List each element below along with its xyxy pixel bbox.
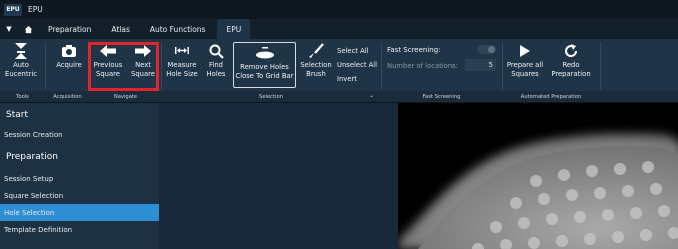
sidebar-item-session-setup[interactable]: Session Setup — [0, 170, 159, 187]
camera-icon — [61, 41, 77, 61]
tab-atlas[interactable]: Atlas — [101, 19, 140, 39]
section-header-preparation[interactable]: Preparation — [0, 143, 159, 170]
unselect-all-button[interactable]: Unselect All — [337, 58, 377, 72]
acquire-button[interactable]: Acquire — [50, 41, 88, 89]
sidebar-item-hole-selection[interactable]: Hole Selection — [0, 204, 159, 221]
remove-holes-close-to-grid-bar-button[interactable]: Remove Holes Close To Grid Bar — [233, 42, 296, 88]
highlight-box — [88, 42, 159, 91]
play-icon — [519, 41, 531, 61]
separator — [600, 42, 601, 90]
prepare-all-squares-button[interactable]: Prepare all Squares — [503, 41, 547, 89]
selection-list: Select All Unselect All Invert — [337, 44, 377, 86]
menu-bar: ▼ Preparation Atlas Auto Functions EPU — [0, 19, 678, 39]
group-label-selection: Selection — [259, 93, 283, 100]
toggle-knob — [488, 46, 495, 53]
sidebar-item-session-creation[interactable]: Session Creation — [0, 126, 159, 143]
number-of-locations-label: Number of locations: — [387, 62, 458, 70]
measure-icon — [174, 41, 190, 61]
group-label-automated-preparation: Automated Preparation — [520, 93, 582, 100]
separator — [161, 42, 162, 90]
window-title: EPU — [28, 5, 43, 14]
separator — [45, 42, 46, 90]
tab-preparation[interactable]: Preparation — [38, 19, 101, 39]
number-of-locations-input[interactable]: 5 — [465, 59, 496, 71]
group-label-fast-screening: Fast Screening — [422, 93, 461, 100]
sidebar-item-square-selection[interactable]: Square Selection — [0, 187, 159, 204]
fast-screening-toggle[interactable] — [477, 45, 496, 54]
menu-dropdown-icon[interactable]: ▼ — [0, 19, 18, 39]
measure-hole-size-button[interactable]: Measure Hole Size — [164, 41, 200, 89]
select-all-button[interactable]: Select All — [337, 44, 377, 58]
group-label-tools: Tools — [16, 93, 29, 100]
tab-auto-functions[interactable]: Auto Functions — [140, 19, 216, 39]
group-label-acquisition: Acquisition — [53, 93, 82, 100]
home-icon[interactable] — [18, 19, 38, 39]
grid-square-image — [398, 103, 678, 249]
image-viewer[interactable] — [398, 103, 678, 249]
brush-icon — [308, 41, 324, 61]
eucentric-icon — [13, 41, 29, 61]
workflow-sidebar: Start Session Creation Preparation Sessi… — [0, 103, 159, 249]
tab-epu[interactable]: EPU — [217, 19, 251, 39]
chevron-down-icon[interactable]: ⌄ — [369, 92, 374, 99]
sidebar-item-template-definition[interactable]: Template Definition — [0, 221, 159, 238]
section-header-start[interactable]: Start — [0, 103, 159, 126]
redo-icon — [563, 41, 579, 61]
separator — [381, 42, 382, 90]
selection-brush-button[interactable]: Selection Brush — [298, 41, 334, 89]
redo-preparation-button[interactable]: Redo Preparation — [547, 41, 595, 89]
center-panel — [159, 103, 398, 249]
search-icon — [209, 41, 224, 61]
app-logo: EPU — [4, 3, 22, 16]
fast-screening-label: Fast Screening: — [387, 46, 441, 54]
group-label-navigate: Navigate — [113, 93, 138, 100]
invert-button[interactable]: Invert — [337, 72, 377, 86]
auto-eucentric-button[interactable]: Auto Eucentric — [2, 41, 40, 89]
remove-holes-icon — [255, 43, 275, 63]
title-bar: EPU EPU — [0, 0, 678, 19]
find-holes-button[interactable]: Find Holes — [201, 41, 231, 89]
